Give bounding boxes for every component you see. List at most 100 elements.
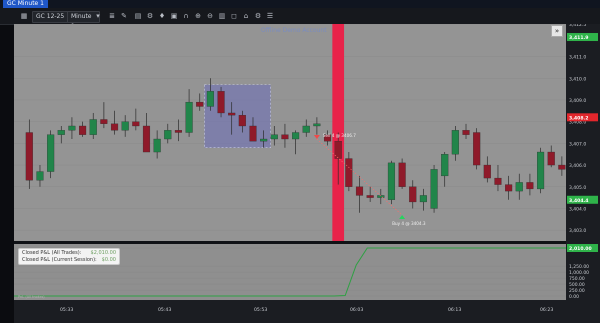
- lower-tick-label: 500.00: [569, 282, 585, 288]
- lower-tick-label: 1,000.00: [569, 270, 589, 276]
- chart-area[interactable]: 3,412.5 3,411.0 3,410.0 3,409.0 3,408.0 3,407…: [14, 24, 600, 323]
- watermark-text: Offline Demo Account: [261, 27, 327, 34]
- zoom-out-icon[interactable]: ⊖: [206, 12, 214, 20]
- pnl-session-label: Closed P&L (Current Session):: [22, 257, 97, 263]
- candle: [249, 125, 257, 142]
- candle: [355, 186, 364, 196]
- time-tick-label: 05:43: [158, 307, 171, 313]
- candle: [217, 91, 225, 114]
- selection-rectangle: [204, 84, 271, 148]
- candle: [174, 130, 182, 133]
- candle: [313, 123, 321, 127]
- time-tick-label: 06:13: [448, 307, 461, 313]
- candle: [121, 121, 129, 131]
- candle: [505, 184, 513, 192]
- strategy-icon[interactable]: ⚙: [146, 12, 154, 20]
- price-tick-label: 3,406.0: [569, 163, 586, 169]
- price-tick-label: 3,411.0: [569, 55, 586, 61]
- pnl-all-label: Closed P&L (All Trades):: [22, 250, 82, 256]
- candle: [366, 195, 374, 198]
- magnet-icon[interactable]: ∩: [182, 12, 190, 20]
- candle: [260, 138, 268, 142]
- price-tick-label: 3,405.0: [569, 185, 586, 191]
- grid-icon[interactable]: ▤: [134, 12, 142, 20]
- settings-icon[interactable]: ⚙: [254, 12, 262, 20]
- window-titlebar: GC Minute 1: [0, 0, 600, 8]
- candle: [36, 171, 44, 181]
- candle: [132, 121, 140, 127]
- candle: [206, 91, 214, 107]
- panel-divider: [14, 241, 566, 244]
- indicators-icon[interactable]: ♦: [158, 12, 166, 20]
- pnl-all-row: Closed P&L (All Trades): $2,010.00: [22, 250, 116, 257]
- zoom-in-icon[interactable]: ⊕: [194, 12, 202, 20]
- price-badge-label: 3,404.4: [569, 198, 588, 204]
- lower-tick-label: 0.00: [569, 294, 579, 300]
- time-tick-label: 06:03: [350, 307, 363, 313]
- candle: [281, 134, 289, 140]
- properties-icon[interactable]: ☰: [266, 12, 274, 20]
- candle: [238, 114, 246, 127]
- price-chart[interactable]: 3,412.53,411.03,410.03,409.03,408.03,407…: [14, 24, 600, 323]
- candle: [164, 130, 172, 140]
- candle: [47, 134, 55, 172]
- candle: [430, 169, 438, 209]
- scroll-to-end-button[interactable]: »: [551, 25, 563, 37]
- lower-tick-label: 1,250.00: [569, 264, 589, 270]
- time-tick-label: 05:53: [254, 307, 267, 313]
- candle: [526, 182, 534, 190]
- chart-type-icon[interactable]: ▥: [218, 12, 226, 20]
- price-tick-label: 3,410.0: [569, 76, 586, 82]
- candle: [270, 134, 278, 140]
- candle: [441, 154, 449, 177]
- window-tab[interactable]: GC Minute 1: [3, 0, 48, 8]
- price-tick-label: 3,409.0: [569, 98, 586, 104]
- candle: [387, 162, 396, 200]
- candle: [419, 195, 427, 203]
- candle: [196, 101, 204, 107]
- candle: [494, 177, 502, 185]
- price-tick-label: 3,403.0: [569, 228, 586, 234]
- candle: [110, 123, 119, 131]
- bars-icon[interactable]: ≣: [108, 12, 116, 20]
- template-icon[interactable]: ▣: [170, 12, 178, 20]
- candle: [68, 125, 76, 131]
- time-tick-label: 06:23: [540, 307, 553, 313]
- candle: [451, 130, 459, 155]
- candle: [89, 119, 97, 135]
- trade-label: Sell 4 @ 3406.7: [323, 133, 356, 138]
- pnl-session-value: $0.00: [101, 257, 116, 263]
- price-badge-label: 3,411.9: [569, 35, 588, 41]
- candle: [228, 112, 236, 116]
- attach-icon[interactable]: ⌂: [242, 12, 250, 20]
- candle: [57, 130, 65, 135]
- candle: [547, 151, 555, 166]
- candle: [142, 125, 151, 153]
- candle: [345, 158, 353, 187]
- candle: [100, 119, 108, 124]
- pnl-all-value: $2,010.00: [90, 250, 116, 256]
- chart-toolbar: ▦ GC 12-25 Minute 1 ▾ ≣ ✎ ▤ ⚙ ♦ ▣ ∩ ⊕ ⊖ …: [0, 8, 600, 30]
- candle: [398, 162, 406, 187]
- candle: [153, 138, 161, 153]
- candle: [473, 132, 481, 166]
- pnl-session-row: Closed P&L (Current Session): $0.00: [22, 257, 116, 264]
- dropdown-icon[interactable]: ▾: [94, 12, 102, 20]
- candle: [558, 164, 566, 170]
- pnl-badge-label: 2,010.00: [569, 246, 592, 252]
- lock-icon[interactable]: ◻: [230, 12, 238, 20]
- candle: [292, 132, 300, 140]
- pencil-icon[interactable]: ✎: [120, 12, 128, 20]
- time-axis-bg: [14, 300, 566, 323]
- price-tick-label: 3,407.0: [569, 141, 586, 147]
- candle: [25, 132, 33, 181]
- candle: [537, 151, 545, 190]
- instrument-icon[interactable]: ▦: [20, 12, 28, 20]
- candle: [302, 125, 310, 133]
- candle: [483, 164, 491, 179]
- trade-label: Buy 4 @ 3404.3: [392, 221, 426, 226]
- candle: [515, 182, 523, 192]
- lower-tick-label: 750.00: [569, 276, 585, 282]
- lower-tick-label: 250.00: [569, 288, 585, 294]
- candle: [185, 101, 193, 133]
